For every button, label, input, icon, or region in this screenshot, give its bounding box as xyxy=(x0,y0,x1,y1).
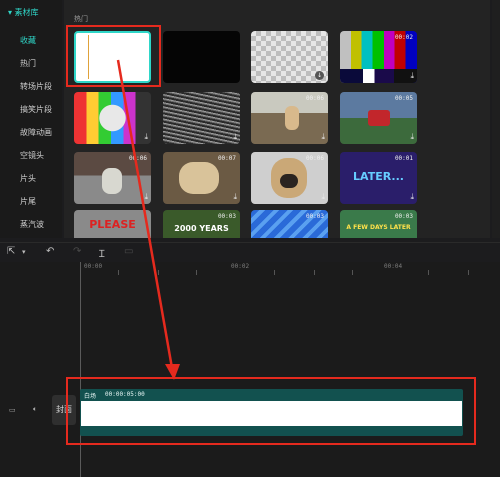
annotation-arrow xyxy=(116,59,180,380)
editor-window: ▾ 素材库 收藏 热门 转场片段 搞笑片段 故障动画 空镜头 片头 片尾 蒸汽波… xyxy=(0,0,500,477)
